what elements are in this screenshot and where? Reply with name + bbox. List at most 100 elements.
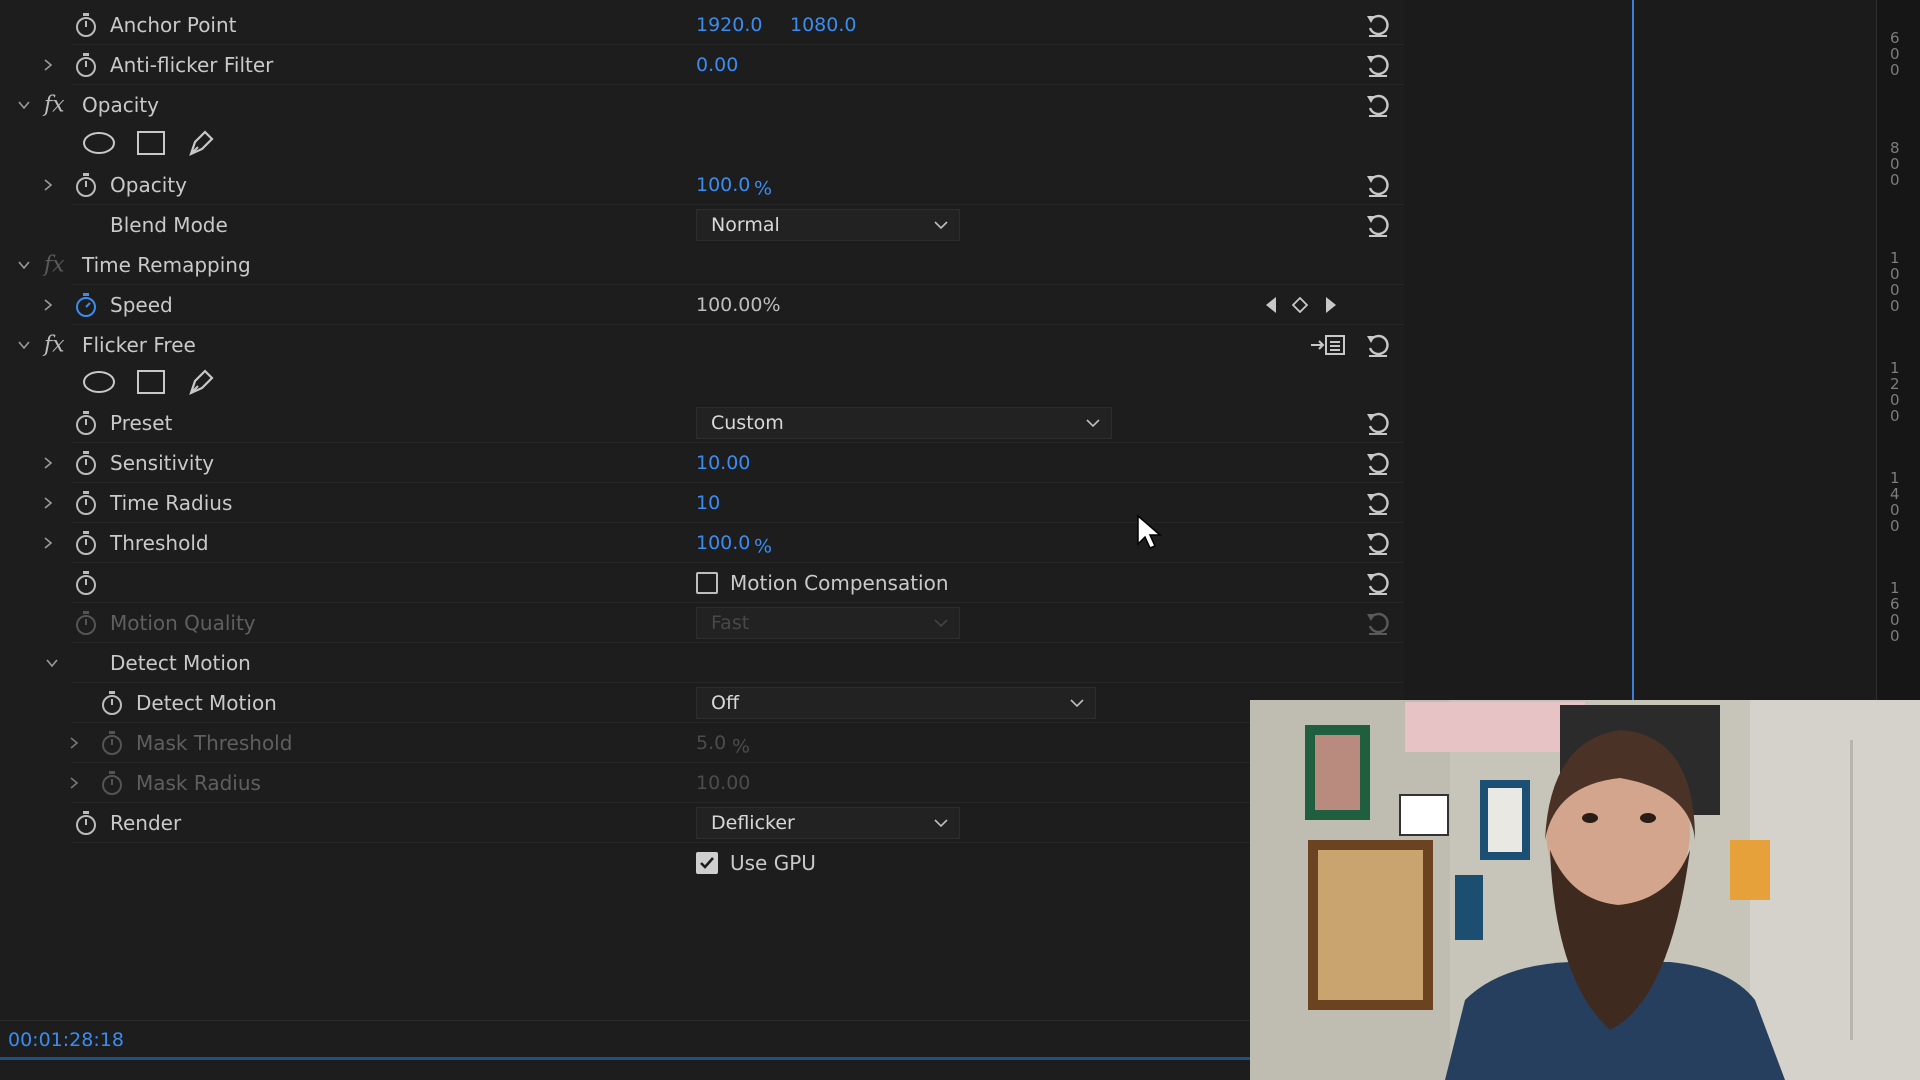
dropdown-value: Custom	[711, 412, 784, 434]
chevron-down-icon[interactable]	[16, 257, 32, 273]
row-sensitivity: Sensitivity 10.00	[0, 443, 1404, 483]
detect-motion-dropdown[interactable]: Off	[696, 687, 1096, 719]
row-preset: Preset Custom	[0, 403, 1404, 443]
chevron-down-icon	[934, 619, 948, 628]
opacity-value[interactable]: 100.0	[696, 174, 750, 196]
chevron-right-icon[interactable]	[40, 177, 56, 193]
ruler-label: 1400	[1890, 469, 1900, 535]
add-keyframe-icon[interactable]	[1292, 297, 1308, 313]
use-gpu-checkbox[interactable]	[696, 852, 718, 874]
render-dropdown[interactable]: Deflicker	[696, 807, 960, 839]
threshold-value[interactable]: 100.0	[696, 532, 750, 554]
preset-dropdown[interactable]: Custom	[696, 407, 1112, 439]
chevron-right-icon[interactable]	[40, 495, 56, 511]
stopwatch-icon[interactable]	[100, 690, 124, 716]
property-label: Mask Radius	[136, 771, 261, 795]
stopwatch-icon	[102, 771, 122, 795]
effect-name: Opacity	[82, 93, 159, 117]
property-label: Mask Threshold	[136, 731, 293, 755]
current-timecode[interactable]: 00:01:28:18	[8, 1029, 124, 1051]
reset-icon[interactable]	[1365, 490, 1391, 516]
motion-compensation-checkbox[interactable]	[696, 572, 718, 594]
next-keyframe-icon[interactable]	[1324, 296, 1338, 314]
reset-icon[interactable]	[1365, 172, 1391, 198]
stopwatch-icon[interactable]	[74, 52, 98, 78]
stopwatch-icon[interactable]	[74, 12, 98, 38]
reset-icon[interactable]	[1365, 52, 1391, 78]
property-label: Render	[110, 811, 182, 835]
checkbox-label: Use GPU	[730, 851, 816, 875]
row-motion-quality: Motion Quality Fast	[0, 603, 1404, 643]
stopwatch-active-icon[interactable]	[74, 292, 98, 318]
group-detect-motion: Detect Motion	[0, 643, 1404, 683]
row-mask-threshold: Mask Threshold 5.0 %	[0, 723, 1404, 763]
dropdown-value: Normal	[711, 214, 780, 236]
anchor-x-value[interactable]: 1920.0	[696, 14, 762, 36]
effect-name: Time Remapping	[82, 253, 251, 277]
chevron-down-icon[interactable]	[44, 655, 60, 671]
chevron-right-icon[interactable]	[40, 297, 56, 313]
chevron-right-icon[interactable]	[40, 57, 56, 73]
previous-keyframe-icon[interactable]	[1264, 296, 1278, 314]
reset-icon[interactable]	[1365, 450, 1391, 476]
chevron-down-icon	[1070, 699, 1084, 708]
rectangle-mask-icon[interactable]	[136, 369, 166, 395]
chevron-right-icon[interactable]	[66, 775, 82, 791]
reset-icon[interactable]	[1365, 12, 1391, 38]
effect-timeline-area[interactable]	[1404, 0, 1880, 700]
mask-tools	[0, 362, 1404, 402]
ellipse-mask-icon[interactable]	[82, 131, 116, 155]
row-detect-motion: Detect Motion Off	[0, 683, 1404, 723]
time-radius-value[interactable]: 10	[696, 492, 720, 514]
mask-radius-value: 10.00	[696, 772, 751, 794]
speed-value[interactable]: 100.00%	[696, 294, 781, 316]
row-render: Render Deflicker	[0, 803, 1404, 843]
stopwatch-icon[interactable]	[74, 810, 98, 836]
stopwatch-icon[interactable]	[74, 570, 98, 596]
property-label: Opacity	[110, 173, 187, 197]
chevron-right-icon[interactable]	[40, 535, 56, 551]
reset-icon[interactable]	[1365, 570, 1391, 596]
reset-icon[interactable]	[1365, 212, 1391, 238]
stopwatch-icon[interactable]	[74, 410, 98, 436]
chevron-down-icon	[934, 819, 948, 828]
chevron-down-icon[interactable]	[16, 97, 32, 113]
stopwatch-icon[interactable]	[74, 450, 98, 476]
anti-flicker-value[interactable]: 0.00	[696, 54, 738, 76]
anchor-y-value[interactable]: 1080.0	[790, 14, 856, 36]
chevron-right-icon[interactable]	[40, 455, 56, 471]
property-label: Speed	[110, 293, 173, 317]
pen-mask-icon[interactable]	[186, 128, 216, 158]
fx-icon[interactable]: fx	[44, 93, 65, 118]
stopwatch-icon[interactable]	[74, 172, 98, 198]
pen-mask-icon[interactable]	[186, 367, 216, 397]
chevron-right-icon[interactable]	[66, 735, 82, 751]
blend-mode-dropdown[interactable]: Normal	[696, 209, 960, 241]
playhead[interactable]	[1632, 0, 1634, 700]
reset-icon[interactable]	[1365, 530, 1391, 556]
stopwatch-icon[interactable]	[74, 490, 98, 516]
effect-controls-panel: Anchor Point 1920.0 1080.0 Anti-flicker …	[0, 0, 1404, 1060]
ellipse-mask-icon[interactable]	[82, 370, 116, 394]
fx-icon[interactable]: fx	[44, 333, 65, 358]
mouse-cursor-icon	[1137, 514, 1162, 549]
stopwatch-icon	[76, 611, 96, 635]
reset-icon	[1367, 612, 1389, 635]
row-anchor-point: Anchor Point 1920.0 1080.0	[0, 5, 1404, 45]
sensitivity-value[interactable]: 10.00	[696, 452, 750, 474]
reset-icon[interactable]	[1365, 410, 1391, 436]
reset-icon[interactable]	[1365, 92, 1391, 118]
property-label: Blend Mode	[110, 213, 228, 237]
rectangle-mask-icon[interactable]	[136, 130, 166, 156]
stopwatch-icon[interactable]	[74, 530, 98, 556]
effect-settings-icon[interactable]	[1310, 334, 1346, 356]
mask-threshold-unit: %	[732, 735, 751, 758]
property-label: Sensitivity	[110, 451, 215, 475]
checkbox-label: Motion Compensation	[730, 571, 949, 595]
mask-tools	[0, 123, 1404, 163]
reset-icon[interactable]	[1365, 332, 1391, 358]
timeline-scroll-indicator	[0, 1057, 1250, 1060]
row-opacity: Opacity 100.0 %	[0, 165, 1404, 205]
chevron-down-icon	[1086, 419, 1100, 428]
chevron-down-icon[interactable]	[16, 337, 32, 353]
